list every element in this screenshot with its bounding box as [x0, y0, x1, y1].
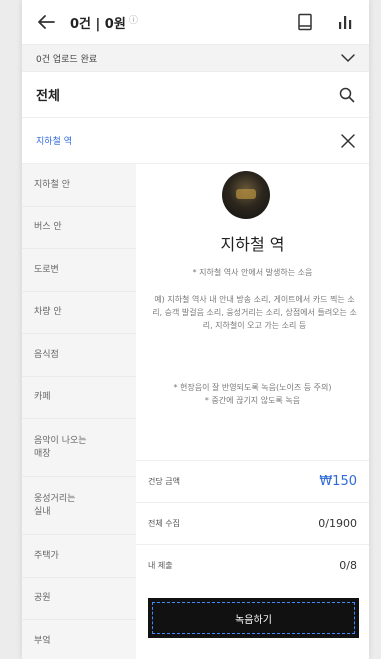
selected-category-header: 지하철 역	[22, 118, 369, 164]
category-header: 전체	[22, 72, 369, 118]
category-title: 전체	[36, 89, 60, 104]
sidebar-item-label: 도로변	[34, 264, 59, 275]
search-icon[interactable]	[339, 87, 355, 103]
bookmark-icon	[298, 13, 312, 31]
app-screen: 0건 | 0원 ⓘ 0건 업로드 완료 전체 지하철 역 지하철 안 버스 안 …	[22, 0, 369, 659]
bar-chart-icon	[339, 16, 352, 29]
detail-title: 지하철 역	[220, 235, 285, 254]
my-submission-value: 0/8	[339, 559, 357, 572]
sidebar-item-kitchen[interactable]: 부엌	[22, 620, 136, 659]
total-collected-value: 0/1900	[318, 517, 357, 530]
earnings-counts: 0건 | 0원	[70, 16, 126, 32]
sidebar-item-vehicle[interactable]: 차량 안	[22, 292, 136, 334]
sidebar-item-label: 음식점	[34, 349, 59, 360]
stats-button[interactable]	[331, 8, 359, 36]
my-submission-row: 내 제출 0/8	[136, 544, 369, 586]
total-collected-row: 전체 수집 0/1900	[136, 502, 369, 544]
sidebar-item-bus[interactable]: 버스 안	[22, 207, 136, 249]
price-label: 건당 금액	[148, 477, 180, 486]
content-body: 지하철 안 버스 안 도로변 차량 안 음식점 카페 음악이 나오는 매장 웅성…	[22, 164, 369, 659]
sidebar-item-noisy-indoor[interactable]: 웅성거리는 실내	[22, 477, 136, 535]
detail-panel: 지하철 역 * 지하철 역사 안에서 발생하는 소음 예) 지하철 역사 내 안…	[136, 164, 369, 659]
sidebar-item-label: 공원	[34, 593, 51, 604]
record-button[interactable]: 녹음하기	[148, 598, 359, 638]
sidebar-item-label: 버스 안	[34, 222, 62, 233]
sidebar-item-label: 웅성거리는 실내	[34, 494, 76, 517]
detail-example: 예) 지하철 역사 내 안내 방송 소리, 게이트에서 카드 찍는 소리, 승객…	[152, 295, 357, 330]
bookmark-button[interactable]	[291, 8, 319, 36]
selected-category-title[interactable]: 지하철 역	[36, 134, 341, 147]
sidebar-item-music-store[interactable]: 음악이 나오는 매장	[22, 419, 136, 477]
sidebar-item-label: 차량 안	[34, 307, 62, 318]
sidebar-item-subway-car[interactable]: 지하철 안	[22, 164, 136, 207]
info-icon[interactable]: ⓘ	[129, 13, 138, 26]
back-button[interactable]	[34, 10, 58, 34]
category-sidebar: 지하철 안 버스 안 도로변 차량 안 음식점 카페 음악이 나오는 매장 웅성…	[22, 164, 136, 659]
sidebar-item-cafe[interactable]: 카페	[22, 377, 136, 419]
sidebar-item-label: 주택가	[34, 550, 59, 561]
top-bar: 0건 | 0원 ⓘ	[22, 0, 369, 44]
arrow-left-icon	[38, 15, 55, 29]
sidebar-item-park[interactable]: 공원	[22, 578, 136, 620]
sidebar-item-restaurant[interactable]: 음식점	[22, 334, 136, 377]
upload-status-row[interactable]: 0건 업로드 완료	[22, 44, 369, 72]
sidebar-item-label: 카페	[34, 392, 51, 403]
detail-notes: * 현장음이 잘 반영되도록 녹음(노이즈 등 주의) * 중간에 끊기지 않도…	[173, 383, 332, 405]
sidebar-item-label: 지하철 안	[34, 179, 70, 190]
sidebar-item-label: 음악이 나오는 매장	[34, 436, 87, 459]
upload-status-text: 0건 업로드 완료	[36, 54, 98, 65]
sidebar-item-label: 부엌	[34, 635, 51, 646]
earnings-summary: 0건 | 0원 ⓘ	[70, 13, 138, 32]
chevron-down-icon[interactable]	[341, 53, 355, 63]
detail-subtitle: * 지하철 역사 안에서 발생하는 소음	[192, 268, 313, 277]
category-thumbnail	[222, 171, 270, 219]
my-submission-label: 내 제출	[148, 561, 173, 570]
close-icon[interactable]	[341, 133, 355, 148]
total-collected-label: 전체 수집	[148, 519, 180, 528]
price-row: 건당 금액 ₩150	[136, 460, 369, 502]
price-value: ₩150	[319, 474, 357, 489]
sidebar-item-residential[interactable]: 주택가	[22, 535, 136, 578]
sidebar-item-roadside[interactable]: 도로변	[22, 249, 136, 292]
